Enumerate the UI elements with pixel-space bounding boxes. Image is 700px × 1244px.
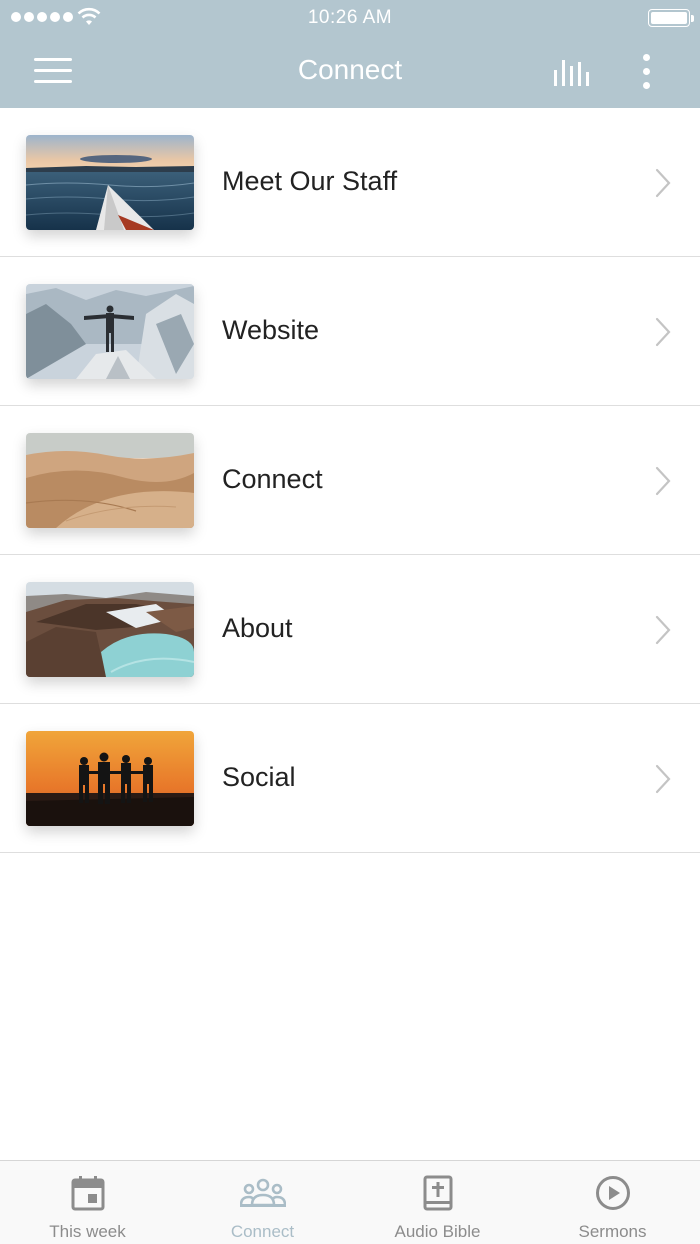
status-time: 10:26 AM — [307, 7, 393, 28]
sunset-silhouettes-photo — [26, 731, 194, 826]
audio-bars-icon[interactable] — [552, 56, 592, 88]
mountain-peak-person-photo — [26, 284, 194, 379]
chevron-right-icon — [655, 317, 671, 347]
more-options-button[interactable] — [636, 52, 658, 90]
tab-bar: This week Connect Audio Bible Sermons — [0, 1160, 700, 1244]
page-title: Connect — [0, 54, 700, 86]
page-title-text: Connect — [297, 54, 403, 85]
status-bar: 10:26 AM — [0, 0, 700, 36]
chevron-right-icon — [655, 615, 671, 645]
volcanic-crater-lake-photo — [26, 582, 194, 677]
list-item-website[interactable]: Website — [0, 257, 700, 406]
nav-bar: Connect — [0, 36, 700, 108]
list-item-label: About — [222, 613, 293, 643]
lake-kayak-photo — [26, 135, 194, 230]
calendar-icon — [71, 1176, 104, 1211]
chevron-right-icon — [655, 466, 671, 496]
list-item-label: Meet Our Staff — [222, 166, 398, 196]
tab-connect[interactable]: Connect — [175, 1161, 350, 1244]
people-icon — [239, 1178, 286, 1207]
tab-label: Audio Bible — [394, 1222, 481, 1241]
desert-dunes-photo — [26, 433, 194, 528]
list-item-social[interactable]: Social — [0, 704, 700, 853]
tab-label: Connect — [230, 1222, 295, 1241]
list-item-meet-our-staff[interactable]: Meet Our Staff — [0, 108, 700, 257]
tab-audio-bible[interactable]: Audio Bible — [350, 1161, 525, 1244]
play-circle-icon — [595, 1176, 630, 1210]
tab-sermons[interactable]: Sermons — [525, 1161, 700, 1244]
list-item-about[interactable]: About — [0, 555, 700, 704]
menu-list: Meet Our Staff Website Connect About Soc… — [0, 108, 700, 853]
app-header: 10:26 AM Connect — [0, 0, 700, 108]
chevron-right-icon — [655, 764, 671, 794]
chevron-right-icon — [655, 168, 671, 198]
tab-label: Sermons — [578, 1222, 647, 1241]
tab-this-week[interactable]: This week — [0, 1161, 175, 1244]
list-item-label: Connect — [222, 464, 323, 494]
bible-icon — [423, 1175, 452, 1211]
list-item-connect[interactable]: Connect — [0, 406, 700, 555]
list-item-label: Website — [222, 315, 320, 345]
list-item-label: Social — [222, 762, 296, 792]
battery-icon — [648, 9, 694, 27]
tab-label: This week — [49, 1222, 126, 1241]
